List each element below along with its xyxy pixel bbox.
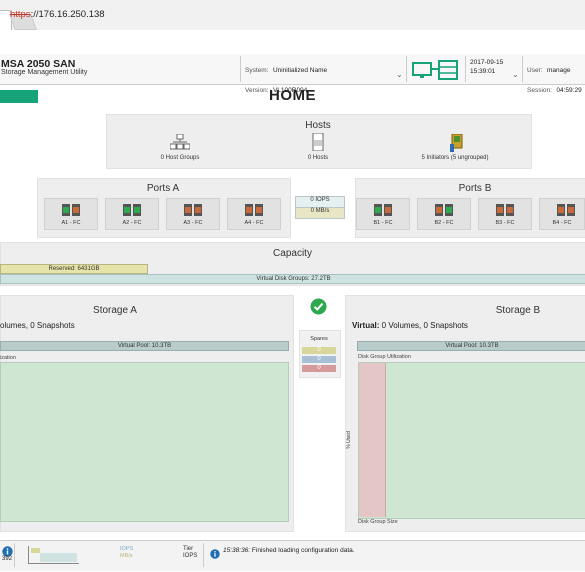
info-icon[interactable] bbox=[210, 546, 220, 564]
spares-title: Spares bbox=[310, 336, 328, 342]
mbs-stat: 0 MB/s bbox=[295, 207, 345, 219]
port-label: B1 - FC bbox=[373, 220, 393, 226]
address-bar bbox=[0, 30, 585, 55]
port-b1[interactable]: B1 - FC bbox=[356, 198, 410, 230]
ports-b-title: Ports B bbox=[458, 183, 492, 194]
header-divider bbox=[465, 56, 466, 82]
fc-port-icon bbox=[374, 204, 392, 216]
footer-divider bbox=[14, 543, 15, 567]
fc-port-icon bbox=[496, 204, 514, 216]
product-subtitle: Storage Management Utility bbox=[1, 69, 88, 76]
spare-count: 0 bbox=[302, 347, 336, 354]
iops-legend: IOPS bbox=[120, 546, 134, 552]
spare-count: 0 bbox=[302, 356, 336, 363]
fc-port-icon bbox=[123, 204, 141, 216]
port-b4[interactable]: B4 - FC bbox=[539, 198, 585, 230]
header-divider bbox=[406, 56, 407, 82]
storage-b-title: Storage B bbox=[495, 305, 541, 316]
port-label: B4 - FC bbox=[552, 220, 572, 226]
tier-label: Tier bbox=[183, 546, 194, 552]
port-b2[interactable]: B2 - FC bbox=[417, 198, 471, 230]
header-divider bbox=[240, 56, 241, 82]
fc-port-icon bbox=[62, 204, 80, 216]
fc-port-icon bbox=[184, 204, 202, 216]
page-title: HOME bbox=[269, 87, 316, 104]
initiators-count: 5 Initiators (5 ungrouped) bbox=[421, 155, 489, 161]
date-time: 2017-09-15 15:39:01 bbox=[470, 59, 503, 75]
hosts-count: 0 Hosts bbox=[307, 155, 329, 161]
port-label: A2 - FC bbox=[122, 220, 142, 226]
chevron-down-icon[interactable]: ⌄ bbox=[396, 70, 403, 79]
activity-graph[interactable] bbox=[28, 546, 79, 564]
hosts-title: Hosts bbox=[305, 120, 331, 131]
initiator-icon bbox=[450, 133, 464, 157]
header-divider bbox=[522, 56, 523, 82]
tier-iops-label: IOPS bbox=[183, 553, 198, 559]
url-field[interactable]: https://176.16.250.138 bbox=[10, 9, 105, 20]
port-a2[interactable]: A2 - FC bbox=[105, 198, 159, 230]
system-name: Uninitialized Name bbox=[272, 67, 328, 74]
storage-a-util-chart[interactable] bbox=[0, 362, 289, 522]
activity-legend: IOPS MB/s bbox=[120, 546, 133, 560]
storage-b-pool-bar[interactable]: Virtual Pool: 10.3TB bbox=[357, 341, 585, 351]
fc-port-icon bbox=[557, 204, 575, 216]
storage-a-util-label: ization bbox=[0, 355, 16, 361]
mbs-legend: MB/s bbox=[120, 553, 133, 559]
date-value: 2017-09-15 bbox=[470, 59, 504, 66]
host-server-icon bbox=[312, 132, 324, 156]
port-label: B2 - FC bbox=[434, 220, 454, 226]
reserved-label: Reserved: 6431GB bbox=[48, 266, 100, 272]
storage-b-used-bar bbox=[359, 363, 386, 517]
footer-divider bbox=[203, 543, 204, 567]
virtual-label: Virtual: bbox=[352, 321, 380, 330]
chevron-down-icon[interactable]: ⌄ bbox=[512, 70, 519, 79]
port-label: A3 - FC bbox=[183, 220, 203, 226]
storage-b-util-label: Disk Group Utilization bbox=[358, 354, 411, 360]
port-a1[interactable]: A1 - FC bbox=[44, 198, 98, 230]
tier-legend: Tier IOPS bbox=[183, 546, 197, 560]
storage-a-summary: olumes, 0 Snapshots bbox=[0, 321, 75, 330]
port-a3[interactable]: A3 - FC bbox=[166, 198, 220, 230]
system-status-icon[interactable] bbox=[411, 59, 461, 86]
fc-port-icon bbox=[245, 204, 263, 216]
status-message[interactable]: 15:38:36: Finished loading configuration… bbox=[223, 547, 355, 554]
storage-a-pool-bar[interactable]: Virtual Pool: 10.3TB bbox=[0, 341, 289, 351]
storage-b-summary: Virtual: 0 Volumes, 0 Snapshots bbox=[352, 321, 468, 330]
port-label: B3 - FC bbox=[495, 220, 515, 226]
ports-a-title: Ports A bbox=[146, 183, 180, 194]
storage-b-util-chart[interactable] bbox=[358, 362, 585, 519]
message-time: 15:38:36: bbox=[223, 547, 251, 554]
storage-a-title: Storage A bbox=[93, 305, 137, 316]
spare-count: 0 bbox=[302, 365, 336, 372]
storage-b-counts: 0 Volumes, 0 Snapshots bbox=[381, 321, 468, 330]
event-count: 392 bbox=[2, 556, 13, 562]
fc-port-icon bbox=[435, 204, 453, 216]
url-scheme: https bbox=[10, 9, 31, 20]
reserved-bar: Reserved: 6431GB bbox=[0, 264, 148, 274]
port-a4[interactable]: A4 - FC bbox=[227, 198, 281, 230]
status-bar bbox=[0, 540, 585, 571]
user-name: manage bbox=[546, 67, 571, 74]
capacity-title: Capacity bbox=[273, 248, 312, 259]
check-icon bbox=[310, 298, 327, 320]
message-text: Finished loading configuration data. bbox=[251, 547, 355, 554]
time-value: 15:39:01 bbox=[470, 68, 496, 75]
url-host: ://176.16.250.138 bbox=[30, 9, 105, 20]
port-b3[interactable]: B3 - FC bbox=[478, 198, 532, 230]
port-label: A4 - FC bbox=[244, 220, 264, 226]
y-axis-label: % Used bbox=[346, 431, 352, 449]
port-label: A1 - FC bbox=[61, 220, 81, 226]
virtual-disk-groups-bar: Virtual Disk Groups: 27.2TB bbox=[0, 274, 585, 284]
host-groups-icon bbox=[169, 133, 191, 155]
x-axis-label: Disk Group Size bbox=[358, 519, 398, 525]
host-groups-count: 0 Host Groups bbox=[160, 155, 200, 161]
